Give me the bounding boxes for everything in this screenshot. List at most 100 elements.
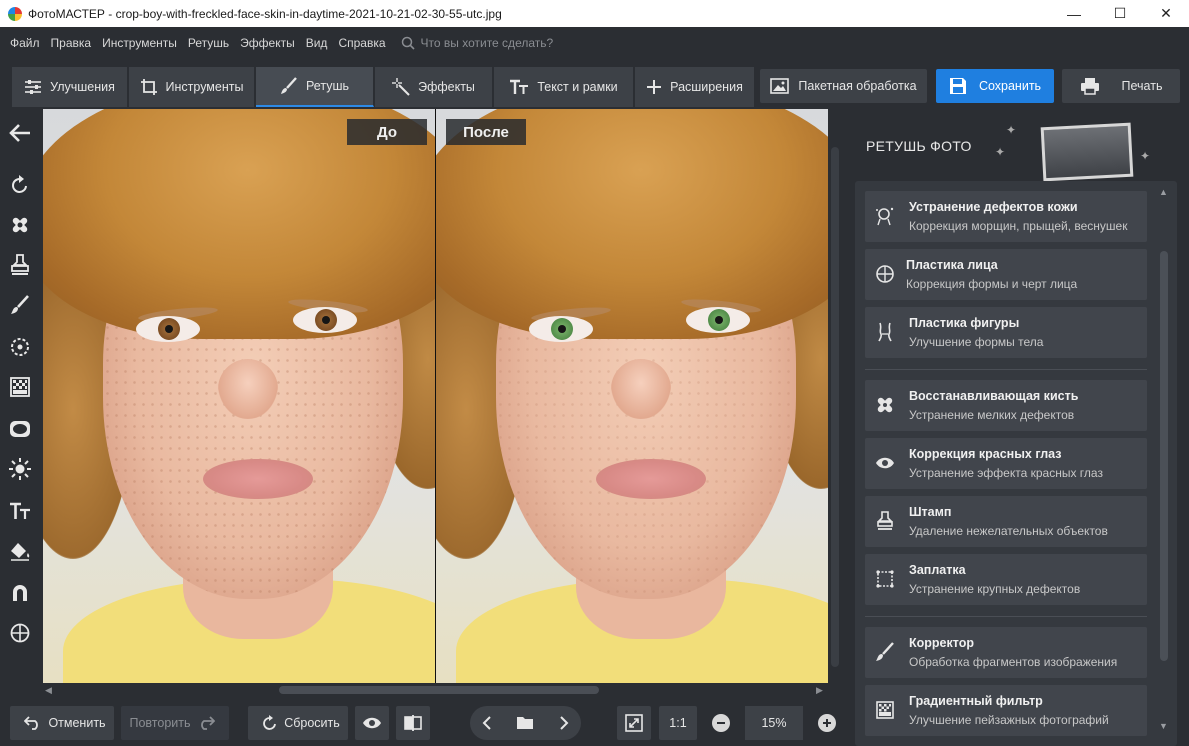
actual-size-button[interactable]: 1:1 — [659, 706, 697, 740]
list-divider — [865, 369, 1147, 370]
list-divider — [865, 616, 1147, 617]
tab-effects[interactable]: Эффекты — [375, 67, 493, 107]
rotate-tool[interactable] — [8, 173, 32, 197]
minimize-button[interactable]: — — [1051, 0, 1097, 27]
figure-icon — [878, 322, 892, 342]
menu-retouch[interactable]: Ретушь — [188, 36, 229, 50]
back-arrow-icon — [9, 124, 30, 142]
tool-figure-plastic[interactable]: Пластика фигуры Улучшение формы тела — [865, 307, 1147, 358]
fit-to-screen-button[interactable] — [617, 706, 651, 740]
back-arrow-button[interactable] — [8, 121, 32, 145]
stamp-tool[interactable] — [8, 253, 32, 277]
vignette-tool[interactable] — [8, 417, 32, 441]
text-icon — [510, 79, 529, 94]
save-button[interactable]: Сохранить — [936, 69, 1054, 103]
panel-scroll-thumb[interactable] — [1160, 251, 1168, 661]
zoom-out-button[interactable] — [712, 714, 730, 732]
tool-corrector-title: Корректор — [909, 636, 974, 650]
canvas-horizontal-scrollbar[interactable]: ◀ ▶ — [43, 683, 828, 697]
photo-after: После — [436, 109, 828, 683]
eye-icon — [363, 717, 381, 729]
face-plastic-icon — [876, 265, 894, 283]
tool-red-eye[interactable]: Коррекция красных глаз Устранение эффект… — [865, 438, 1147, 489]
brush-icon — [281, 77, 297, 94]
menu-edit[interactable]: Правка — [51, 36, 92, 50]
canvas-vertical-scrollbar[interactable] — [828, 109, 842, 683]
plus-icon — [647, 80, 662, 94]
scroll-right-arrow-icon[interactable]: ▶ — [816, 685, 828, 695]
print-button[interactable]: Печать — [1062, 69, 1180, 103]
maximize-button[interactable]: ☐ — [1097, 0, 1143, 27]
left-toolbar — [0, 109, 40, 699]
scroll-left-arrow-icon[interactable]: ◀ — [45, 685, 57, 695]
canvas-horizontal-thumb[interactable] — [279, 686, 599, 694]
batch-processing-label: Пакетная обработка — [798, 79, 917, 93]
menu-help[interactable]: Справка — [338, 36, 385, 50]
tool-stamp-title: Штамп — [909, 505, 952, 519]
canvas-vertical-thumb[interactable] — [831, 147, 839, 667]
retouch-tool-list: Устранение дефектов кожи Коррекция морщи… — [855, 181, 1177, 746]
preview-toggle-button[interactable] — [355, 706, 389, 740]
brush-icon — [11, 295, 29, 314]
tab-enhance[interactable]: Улучшения — [12, 67, 128, 107]
search-field[interactable]: Что вы хотите сделать? — [401, 36, 553, 50]
photo-canvas[interactable]: До После — [43, 109, 828, 683]
menu-view[interactable]: Вид — [306, 36, 328, 50]
redo-icon — [200, 716, 215, 730]
tab-extensions[interactable]: Расширения — [635, 67, 755, 107]
tool-red-eye-subtitle: Устранение эффекта красных глаз — [909, 466, 1103, 480]
batch-processing-button[interactable]: Пакетная обработка — [760, 69, 927, 103]
tool-patch[interactable]: Заплатка Устранение крупных дефектов — [865, 554, 1147, 605]
zoom-level[interactable]: 15% — [745, 706, 803, 740]
tool-corrector[interactable]: Корректор Обработка фрагментов изображен… — [865, 627, 1147, 678]
tab-retouch[interactable]: Ретушь — [256, 67, 374, 107]
next-image-icon[interactable] — [559, 716, 569, 730]
scroll-down-arrow-icon[interactable]: ▼ — [1159, 721, 1168, 731]
close-button[interactable]: ✕ — [1143, 0, 1189, 27]
tool-stamp[interactable]: Штамп Удаление нежелательных объектов — [865, 496, 1147, 547]
tool-skin-defects[interactable]: Устранение дефектов кожи Коррекция морщи… — [865, 191, 1147, 242]
magnet-tool[interactable] — [8, 581, 32, 605]
reset-label: Сбросить — [284, 716, 340, 730]
tool-healing-brush[interactable]: Восстанавливающая кисть Устранение мелки… — [865, 380, 1147, 431]
left-eye-before — [136, 316, 200, 342]
photo-before: До — [43, 109, 435, 683]
tab-text-frames[interactable]: Текст и рамки — [494, 67, 634, 107]
dotted-circle-icon — [11, 338, 29, 356]
previous-image-icon[interactable] — [482, 716, 492, 730]
tab-tools[interactable]: Инструменты — [129, 67, 255, 107]
tab-effects-label: Эффекты — [418, 80, 475, 94]
tool-face-plastic[interactable]: Пластика лица Коррекция формы и черт лиц… — [865, 249, 1147, 300]
folder-icon[interactable] — [516, 716, 534, 730]
paint-bucket-icon — [11, 543, 30, 561]
panel-scrollbar[interactable]: ▲ ▼ — [1156, 181, 1172, 746]
reset-icon — [263, 715, 277, 730]
left-eye-after — [529, 316, 593, 342]
brush-tool[interactable] — [8, 293, 32, 317]
sun-icon — [9, 458, 31, 480]
menu-tools[interactable]: Инструменты — [102, 36, 177, 50]
light-tool[interactable] — [8, 457, 32, 481]
reset-button[interactable]: Сбросить — [248, 706, 348, 740]
compare-split-button[interactable] — [396, 706, 430, 740]
redo-button[interactable]: Повторить — [121, 706, 229, 740]
zoom-in-button[interactable] — [818, 714, 836, 732]
window-title: ФотоМАСТЕР - crop-boy-with-freckled-face… — [28, 6, 502, 21]
fill-tool[interactable] — [8, 539, 32, 563]
menu-effects[interactable]: Эффекты — [240, 36, 295, 50]
tool-gradient-filter[interactable]: Градиентный фильтр Улучшение пейзажных ф… — [865, 685, 1147, 736]
scroll-up-arrow-icon[interactable]: ▲ — [1159, 187, 1168, 197]
file-navigation — [470, 706, 581, 740]
gradient-icon — [876, 701, 894, 719]
selection-tool[interactable] — [8, 335, 32, 359]
face-plastic-tool[interactable] — [8, 621, 32, 645]
gradient-tool[interactable] — [8, 375, 32, 399]
tool-gradient-filter-title: Градиентный фильтр — [909, 694, 1043, 708]
healing-tool[interactable] — [8, 213, 32, 237]
gradient-icon — [10, 377, 30, 397]
crop-icon — [140, 79, 157, 95]
text-tool[interactable] — [8, 499, 32, 523]
undo-button[interactable]: Отменить — [10, 706, 114, 740]
menu-file[interactable]: Файл — [10, 36, 40, 50]
tool-patch-subtitle: Устранение крупных дефектов — [909, 582, 1081, 596]
